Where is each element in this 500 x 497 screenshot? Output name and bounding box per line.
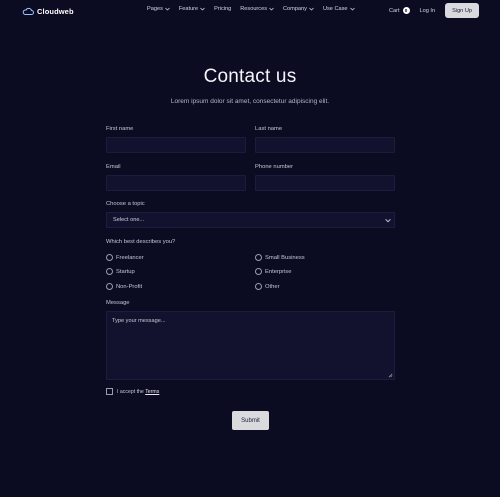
menu-item-label: Pricing xyxy=(214,6,232,12)
menu-item-resources[interactable]: Resources xyxy=(240,6,274,12)
menu-item-label: Company xyxy=(283,6,307,12)
message-label: Message xyxy=(106,300,130,306)
menu-item-pricing[interactable]: Pricing xyxy=(214,6,231,12)
logo[interactable]: Cloudweb xyxy=(22,5,74,17)
top-nav: Cloudweb Pages Feature Pricing Resources… xyxy=(0,0,500,22)
radio-label: Non-Profit xyxy=(116,283,143,290)
menu-item-pages[interactable]: Pages xyxy=(147,6,170,12)
cart-label: Cart xyxy=(388,7,400,14)
radio-label: Small Business xyxy=(265,254,305,261)
radio-circle[interactable] xyxy=(106,283,113,290)
terms-prefix: I accept the xyxy=(117,388,144,395)
cart-count-badge: 0 xyxy=(402,7,410,14)
chevron-down-icon xyxy=(349,7,355,11)
radio-small-business[interactable]: Small Business xyxy=(255,254,305,261)
terms-row: I accept the Terms xyxy=(106,388,159,395)
phone-label: Phone number xyxy=(255,164,294,170)
chevron-down-icon xyxy=(165,7,170,11)
signup-button[interactable]: Sign Up xyxy=(445,3,479,18)
chevron-down-icon xyxy=(385,218,391,223)
radio-label: Startup xyxy=(116,268,135,275)
menu-item-label: Pages xyxy=(147,6,163,12)
chevron-down-icon xyxy=(269,7,274,11)
radio-label: Freelancer xyxy=(116,254,144,261)
cart-link[interactable]: Cart 0 xyxy=(389,7,410,14)
right-nav: Cart 0 Log In Sign Up xyxy=(389,3,479,18)
radio-freelancer[interactable]: Freelancer xyxy=(106,254,144,261)
email-label: Email xyxy=(106,164,121,170)
radio-circle[interactable] xyxy=(255,254,262,261)
terms-checkbox[interactable] xyxy=(106,388,113,395)
radio-circle[interactable] xyxy=(106,268,113,275)
radio-startup[interactable]: Startup xyxy=(106,268,135,275)
topic-select-value: Select one... xyxy=(113,217,145,223)
chevron-down-icon xyxy=(200,7,205,11)
message-textarea[interactable]: Type your message... xyxy=(106,311,395,380)
first-name-label: First name xyxy=(106,126,134,132)
chevron-down-icon xyxy=(309,7,314,11)
radio-enterprise[interactable]: Enterprise xyxy=(255,268,291,275)
submit-button[interactable]: Submit xyxy=(232,411,269,430)
radio-label: Enterprise xyxy=(265,268,292,275)
radio-other[interactable]: Other xyxy=(255,283,280,290)
phone-input[interactable] xyxy=(255,175,395,191)
resize-handle-icon[interactable] xyxy=(388,373,393,378)
main-menu: Pages Feature Pricing Resources Company … xyxy=(147,6,355,12)
cloud-icon xyxy=(22,7,34,15)
login-link[interactable]: Log In xyxy=(420,8,436,14)
radio-label: Other xyxy=(265,283,280,290)
menu-item-company[interactable]: Company xyxy=(283,6,314,12)
menu-item-label: Feature xyxy=(178,6,199,12)
last-name-label: Last name xyxy=(255,126,283,132)
message-placeholder: Type your message... xyxy=(112,318,166,324)
logo-text: Cloudweb xyxy=(37,6,74,16)
terms-link[interactable]: Terms xyxy=(145,389,159,395)
radio-circle[interactable] xyxy=(255,268,262,275)
last-name-input[interactable] xyxy=(255,137,395,153)
menu-item-label: Resources xyxy=(240,6,268,12)
first-name-input[interactable] xyxy=(106,137,246,153)
topic-select[interactable]: Select one... xyxy=(106,212,395,228)
page-subtitle: Lorem ipsum dolor sit amet, consectetur … xyxy=(170,98,330,105)
menu-item-use-case[interactable]: Use Case xyxy=(323,6,355,12)
page-title: Contact us xyxy=(203,66,297,87)
terms-text: I accept the Terms xyxy=(117,389,159,395)
topic-label: Choose a topic xyxy=(106,201,145,207)
describe-label: Which best describes you? xyxy=(106,239,176,245)
email-input[interactable] xyxy=(106,175,246,191)
menu-item-feature[interactable]: Feature xyxy=(179,6,205,12)
radio-circle[interactable] xyxy=(255,283,262,290)
radio-non-profit[interactable]: Non-Profit xyxy=(106,283,142,290)
radio-circle[interactable] xyxy=(106,254,113,261)
menu-item-label: Use Case xyxy=(322,6,348,12)
